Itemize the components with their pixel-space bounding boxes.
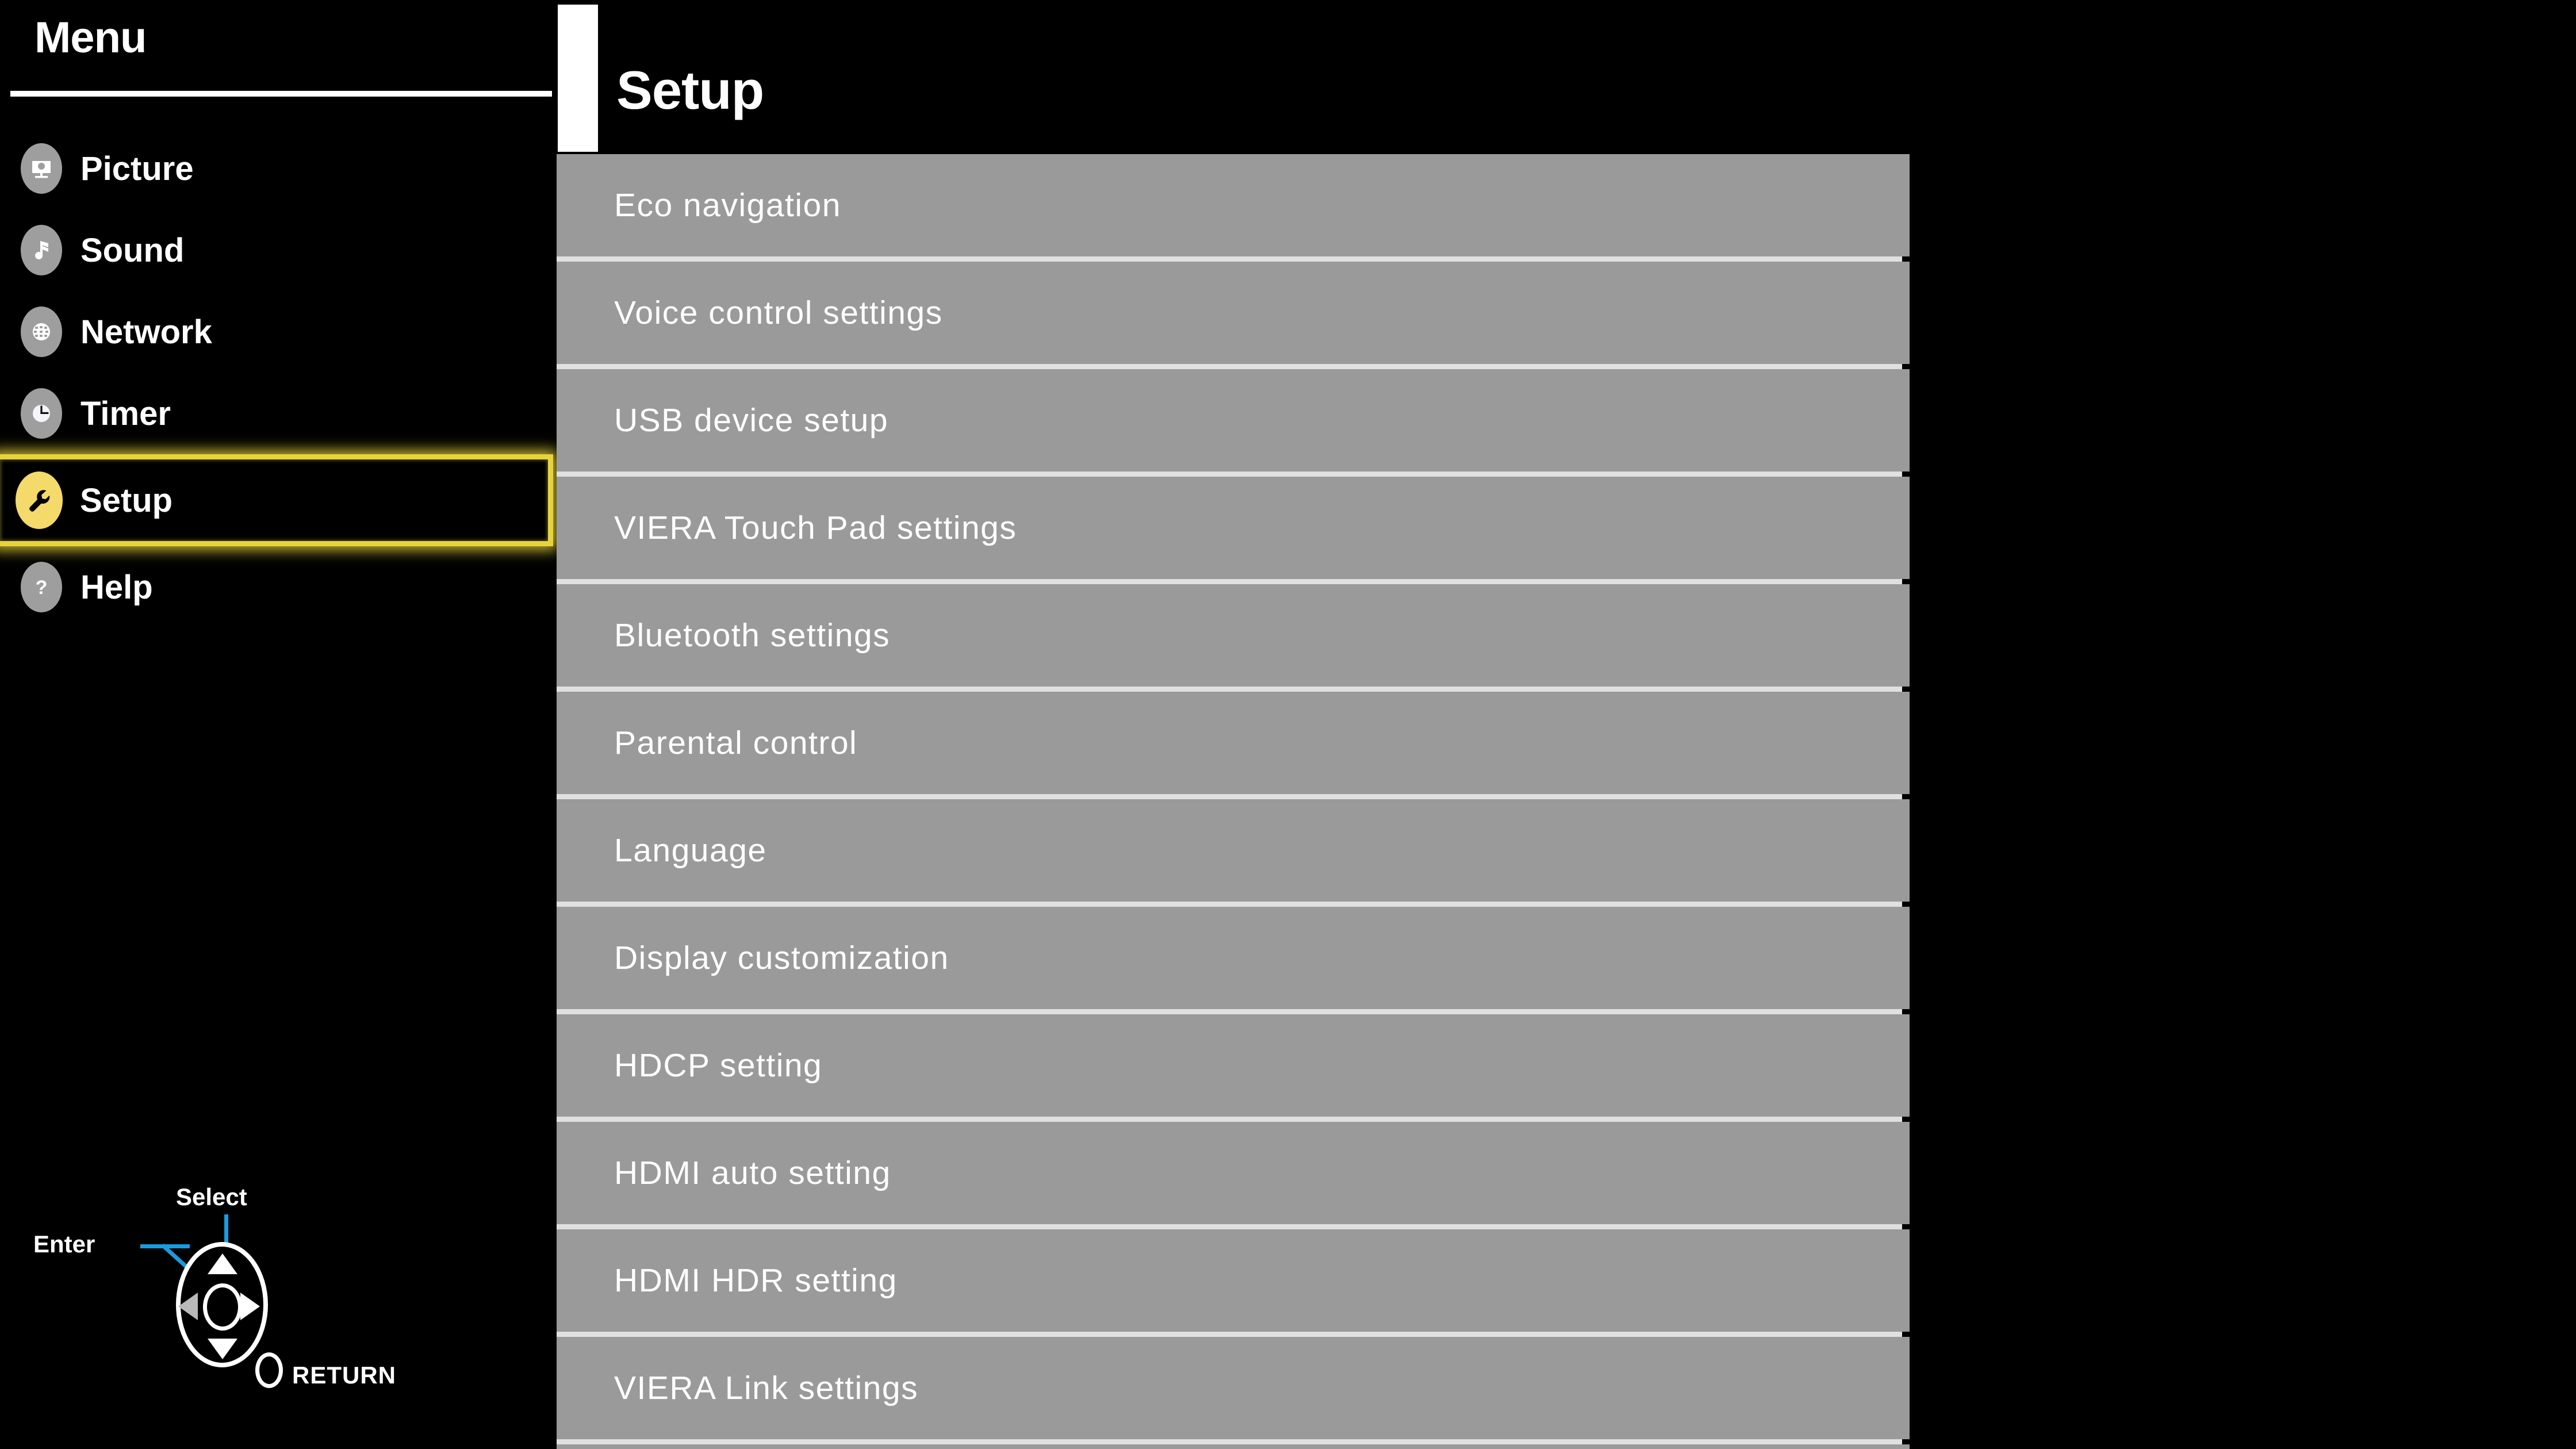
settings-row-label: Display customization xyxy=(614,940,949,976)
wrench-icon xyxy=(16,471,63,529)
sidebar-item-label: Picture xyxy=(80,150,194,187)
settings-row[interactable]: System xyxy=(557,1444,1910,1449)
enter-label: Enter xyxy=(33,1230,95,1258)
music-note-icon xyxy=(21,225,62,275)
dpad-up-arrow-icon xyxy=(208,1254,237,1274)
return-label: RETURN xyxy=(292,1362,396,1389)
remote-navigation-guide: Select Enter RETURN xyxy=(28,1173,465,1414)
settings-row-label: HDMI HDR setting xyxy=(614,1262,898,1299)
clock-icon xyxy=(21,388,62,439)
sidebar-item-label: Sound xyxy=(80,231,185,269)
title-accent-bar xyxy=(558,5,598,152)
settings-row-separator xyxy=(557,1332,1902,1337)
settings-row-label: Bluetooth settings xyxy=(614,617,891,654)
settings-row[interactable]: HDMI auto setting xyxy=(557,1122,1910,1224)
settings-row[interactable]: USB device setup xyxy=(557,369,1910,471)
dpad-left-arrow-icon xyxy=(178,1293,198,1320)
settings-row[interactable]: Display customization xyxy=(557,907,1910,1009)
settings-row-label: Voice control settings xyxy=(614,294,943,331)
sidebar-item-label: Help xyxy=(80,568,153,606)
settings-row-label: USB device setup xyxy=(614,402,889,439)
sidebar-item-label: Timer xyxy=(80,394,171,432)
menu-divider xyxy=(10,91,552,97)
settings-row-separator xyxy=(557,364,1902,369)
dpad-right-arrow-icon xyxy=(240,1293,260,1320)
settings-row-label: Eco navigation xyxy=(614,187,841,224)
sidebar-item-label: Setup xyxy=(80,481,173,519)
sidebar-item-sound[interactable]: Sound xyxy=(0,209,553,291)
sidebar-item-setup[interactable]: Setup xyxy=(0,454,553,546)
settings-row[interactable]: VIERA Touch Pad settings xyxy=(557,477,1910,579)
settings-row[interactable]: HDCP setting xyxy=(557,1014,1910,1117)
sidebar-item-label: Network xyxy=(80,313,212,351)
settings-row-separator xyxy=(557,902,1902,907)
settings-row-separator xyxy=(557,1117,1902,1122)
dpad-down-arrow-icon xyxy=(208,1339,237,1359)
settings-row-separator xyxy=(557,471,1902,477)
settings-row-label: VIERA Touch Pad settings xyxy=(614,509,1017,546)
dpad-enter-button-icon xyxy=(203,1283,242,1331)
settings-row-separator xyxy=(557,579,1902,584)
settings-row[interactable]: VIERA Link settings xyxy=(557,1337,1910,1439)
sidebar: Menu Picture Sound Network Timer Setup? Help … xyxy=(0,0,553,1449)
settings-row-separator xyxy=(557,794,1902,799)
question-mark-icon: ? xyxy=(21,562,62,612)
settings-row-label: VIERA Link settings xyxy=(614,1370,919,1406)
settings-row[interactable]: Parental control xyxy=(557,692,1910,794)
main-panel: Setup Eco navigation Voice control settin… xyxy=(553,0,2576,1449)
sidebar-menu-list: Picture Sound Network Timer Setup? Help xyxy=(0,128,553,628)
settings-row[interactable]: Voice control settings xyxy=(557,262,1910,364)
settings-row-separator xyxy=(557,687,1902,692)
menu-title: Menu xyxy=(34,13,147,62)
sidebar-item-picture[interactable]: Picture xyxy=(0,128,553,209)
sidebar-item-help[interactable]: ? Help xyxy=(0,546,553,628)
sidebar-item-timer[interactable]: Timer xyxy=(0,373,553,454)
svg-text:?: ? xyxy=(36,577,48,599)
page-title: Setup xyxy=(616,60,764,120)
settings-list: Eco navigation Voice control settings USB … xyxy=(557,154,1910,1449)
sidebar-item-network[interactable]: Network xyxy=(0,291,553,373)
settings-row-separator xyxy=(557,1439,1902,1444)
tv-icon xyxy=(21,143,62,194)
settings-row[interactable]: HDMI HDR setting xyxy=(557,1229,1910,1332)
settings-row-label: HDMI auto setting xyxy=(614,1155,891,1191)
settings-row-label: Language xyxy=(614,832,767,869)
settings-row-label: Parental control xyxy=(614,724,858,761)
select-label: Select xyxy=(176,1183,247,1210)
tv-settings-screen: Menu Picture Sound Network Timer Setup? Help … xyxy=(0,0,2576,1449)
settings-row[interactable]: Eco navigation xyxy=(557,154,1910,256)
settings-row[interactable]: Language xyxy=(557,799,1910,902)
globe-icon xyxy=(21,306,62,357)
settings-row-separator xyxy=(557,256,1902,262)
return-button-icon xyxy=(255,1352,283,1388)
settings-row[interactable]: Bluetooth settings xyxy=(557,584,1910,687)
settings-row-separator xyxy=(557,1224,1902,1229)
settings-row-label: HDCP setting xyxy=(614,1047,823,1084)
settings-row-separator xyxy=(557,1009,1902,1014)
